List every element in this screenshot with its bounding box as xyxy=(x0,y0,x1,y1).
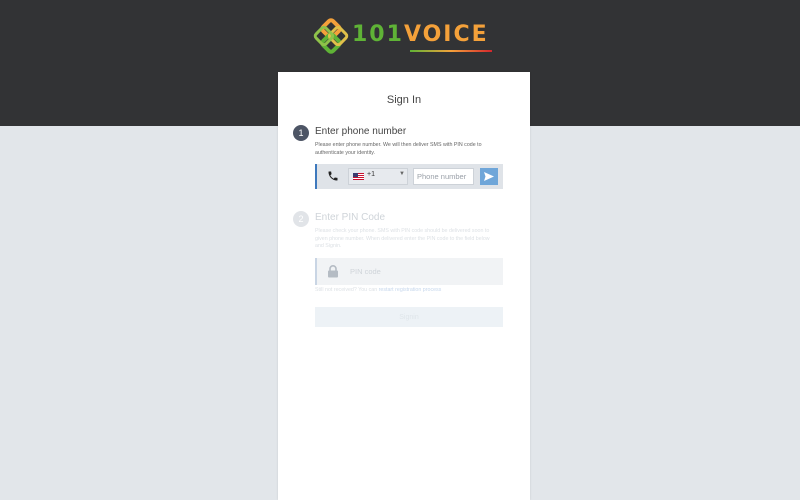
brand-logo: 101VOICE xyxy=(312,16,492,56)
pin-code-input[interactable] xyxy=(347,263,500,280)
brand-wordmark: 101VOICE xyxy=(352,20,489,50)
restart-text: Still not received? You can restart regi… xyxy=(315,287,441,293)
send-sms-button[interactable] xyxy=(480,168,498,185)
signin-card: Sign In 1 Enter phone number Please ente… xyxy=(278,72,530,500)
logo-underline xyxy=(410,50,492,52)
phone-input-group: +1 ▼ xyxy=(315,164,503,189)
caret-down-icon: ▼ xyxy=(399,171,405,177)
signin-button[interactable]: Signin xyxy=(315,307,503,327)
us-flag-icon xyxy=(353,173,364,180)
restart-registration-link[interactable]: restart registration process xyxy=(379,287,442,293)
logo-digits: 101 xyxy=(352,22,404,47)
step-number-badge: 1 xyxy=(293,125,309,141)
send-arrow-icon xyxy=(484,172,494,181)
step-description: Please check your phone. SMS with PIN co… xyxy=(315,228,490,250)
logo-word: VOICE xyxy=(403,22,489,47)
step-title: Enter phone number xyxy=(315,126,407,137)
country-dial-code: +1 xyxy=(367,171,375,178)
restart-prefix: Still not received? You can xyxy=(315,287,378,293)
step-title: Enter PIN Code xyxy=(315,212,386,223)
pin-input-group xyxy=(315,258,503,285)
page-title: Sign In xyxy=(386,94,422,106)
logo-mark-icon xyxy=(313,18,349,54)
phone-icon xyxy=(328,171,338,181)
country-code-select[interactable]: +1 ▼ xyxy=(348,168,408,185)
step-number-badge: 2 xyxy=(293,211,309,227)
lock-icon xyxy=(328,265,338,278)
phone-number-input[interactable] xyxy=(413,168,474,185)
step-description: Please enter phone number. We will then … xyxy=(315,142,482,156)
